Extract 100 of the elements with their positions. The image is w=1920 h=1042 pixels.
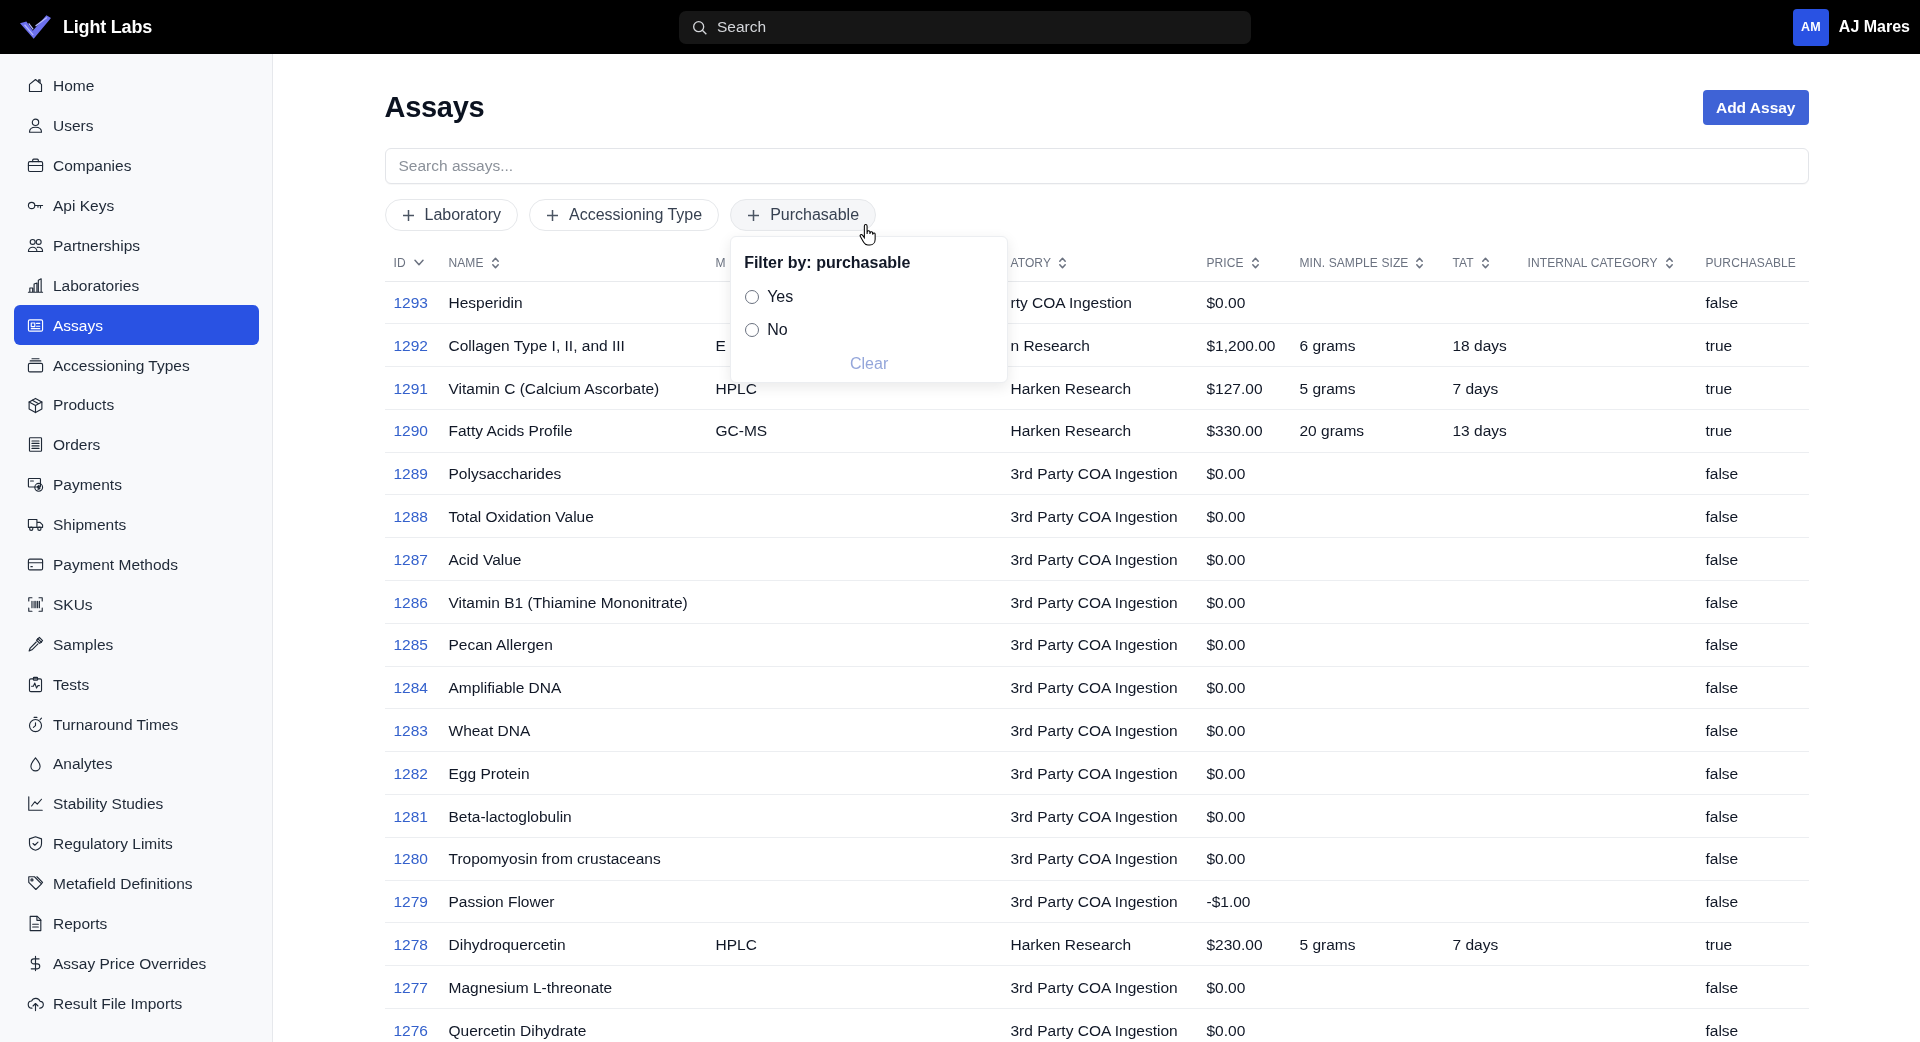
assay-id-link[interactable]: 1293 — [393, 294, 428, 311]
table-text: false — [1705, 721, 1739, 739]
table-text: 7 days — [1452, 935, 1499, 953]
table-text: Magnesium L-threonate — [448, 978, 613, 996]
column-header[interactable]: ID — [393, 253, 424, 272]
sidebar-item[interactable]: Payments — [14, 464, 259, 505]
table-text: 3rd Party COA Ingestion — [1010, 593, 1178, 611]
assay-id-link[interactable]: 1278 — [393, 935, 428, 953]
sidebar-item[interactable]: Assays — [14, 305, 259, 346]
assay-id-link[interactable]: 1277 — [393, 978, 428, 996]
table-text: Wheat DNA — [448, 721, 531, 739]
cube-icon — [27, 396, 44, 414]
table-text: HPLC — [715, 379, 757, 397]
shield-check-icon — [27, 835, 44, 853]
table-text: $1,200.00 — [1206, 336, 1276, 354]
sidebar-item[interactable]: Reports — [14, 903, 259, 944]
sidebar-item[interactable]: Tests — [14, 664, 259, 705]
table-text: Vitamin C (Calcium Ascorbate) — [448, 379, 660, 397]
assay-id-link[interactable]: 1281 — [393, 807, 428, 825]
table-text: $0.00 — [1206, 850, 1246, 868]
table-text: 13 days — [1452, 422, 1507, 440]
column-header[interactable]: INTERNAL CATEGORY — [1527, 253, 1673, 272]
table-text: 3rd Party COA Ingestion — [1010, 508, 1178, 525]
sidebar-item[interactable]: Regulatory Limits — [14, 823, 259, 864]
assay-id-link[interactable]: 1290 — [393, 422, 428, 440]
table-text: $0.00 — [1206, 1021, 1246, 1039]
assay-id-link[interactable]: 1276 — [393, 1021, 428, 1039]
table-text: 3rd Party COA Ingestion — [1010, 636, 1178, 654]
table-text: $0.00 — [1206, 294, 1246, 311]
assay-id-link[interactable]: 1282 — [393, 764, 428, 782]
table-text: 5 grams — [1299, 935, 1356, 953]
column-header[interactable]: TAT — [1452, 253, 1489, 272]
line-chart-icon — [27, 795, 44, 813]
sidebar-item[interactable]: Turnaround Times — [14, 704, 259, 745]
assay-id-link[interactable]: 1284 — [393, 679, 428, 697]
table-text: Egg Protein — [448, 764, 530, 782]
sidebar-item[interactable]: Samples — [14, 624, 259, 665]
user-avatar[interactable]: AM — [1792, 8, 1829, 46]
sidebar-item[interactable]: Users — [14, 105, 259, 146]
table-text: false — [1705, 850, 1739, 868]
sidebar-item[interactable]: Companies — [14, 145, 259, 186]
sidebar-item[interactable]: Accessioning Types — [14, 345, 259, 386]
truck-icon — [27, 516, 44, 534]
table-text: false — [1705, 550, 1739, 568]
sidebar-item[interactable]: Shipments — [14, 504, 259, 545]
sidebar-item[interactable]: Orders — [14, 425, 259, 465]
table-text: $330.00 — [1206, 422, 1263, 440]
sidebar-item[interactable]: Payment Methods — [14, 544, 259, 585]
sidebar-item[interactable]: Laboratories — [14, 265, 259, 306]
assay-id-link[interactable]: 1292 — [393, 336, 428, 354]
radio-label[interactable]: Yes — [767, 285, 794, 309]
sidebar-item[interactable]: Partnerships — [14, 225, 259, 266]
table-text: false — [1705, 764, 1739, 782]
assay-id-link[interactable]: 1288 — [393, 508, 428, 525]
search-field[interactable]: Search assays... — [384, 148, 1809, 184]
column-header[interactable]: NAME — [448, 253, 499, 272]
radio-label[interactable]: No — [767, 318, 788, 342]
table-text: Vitamin B1 (Thiamine Mononitrate) — [448, 593, 688, 611]
column-header[interactable]: PRICE — [1206, 253, 1259, 272]
table-text: $0.00 — [1206, 508, 1246, 525]
filter-chip[interactable]: Accessioning Type — [529, 199, 720, 231]
sidebar-item[interactable]: Api Keys — [14, 185, 259, 226]
assay-id-link[interactable]: 1287 — [393, 550, 428, 568]
assay-id-link[interactable]: 1280 — [393, 850, 428, 868]
table-text: 3rd Party COA Ingestion — [1010, 893, 1178, 911]
assay-id-link[interactable]: 1283 — [393, 721, 428, 739]
table-text: 3rd Party COA Ingestion — [1010, 978, 1178, 996]
table-text: false — [1705, 978, 1739, 996]
chevron-down-icon — [413, 259, 424, 267]
table-text: Passion Flower — [448, 893, 555, 911]
table-text: $0.00 — [1206, 978, 1246, 996]
sidebar-item[interactable]: SKUs — [14, 584, 259, 625]
document-icon — [27, 915, 44, 933]
search-field[interactable]: Search — [679, 10, 1251, 44]
sidebar-item[interactable]: Metafield Definitions — [14, 863, 259, 904]
column-header[interactable]: ATORY — [1010, 253, 1066, 272]
assay-id-link[interactable]: 1291 — [393, 379, 428, 397]
user-name[interactable]: AJ Mares — [1838, 15, 1910, 39]
table-text: Dihydroquercetin — [448, 935, 566, 953]
assay-id-link[interactable]: 1279 — [393, 893, 428, 911]
assay-id-link[interactable]: 1286 — [393, 593, 428, 611]
sidebar-item[interactable]: Products — [14, 385, 259, 425]
table-text: rty COA Ingestion — [1010, 294, 1132, 311]
add-assay-button[interactable]: Add Assay — [1702, 90, 1809, 125]
filter-chip[interactable]: Purchasable — [730, 199, 877, 231]
sidebar-item[interactable]: Result File Imports — [14, 983, 259, 1024]
column-header[interactable]: MIN. SAMPLE SIZE — [1299, 253, 1424, 272]
table-text: Harken Research — [1010, 422, 1132, 440]
table-text: $0.00 — [1206, 636, 1246, 654]
sidebar-item[interactable]: Assay Price Overrides — [14, 943, 259, 984]
check-logo-icon — [20, 15, 51, 39]
filter-chip[interactable]: Laboratory — [384, 199, 518, 231]
assay-id-link[interactable]: 1285 — [393, 636, 428, 654]
sidebar-item[interactable]: Analytes — [14, 744, 259, 785]
table-text: $0.00 — [1206, 807, 1246, 825]
assay-id-link[interactable]: 1289 — [393, 465, 428, 483]
sidebar-item[interactable]: Stability Studies — [14, 784, 259, 824]
table-text: Total Oxidation Value — [448, 508, 594, 525]
sidebar-item[interactable]: Home — [14, 66, 259, 106]
app-name: Light Labs — [63, 15, 152, 39]
